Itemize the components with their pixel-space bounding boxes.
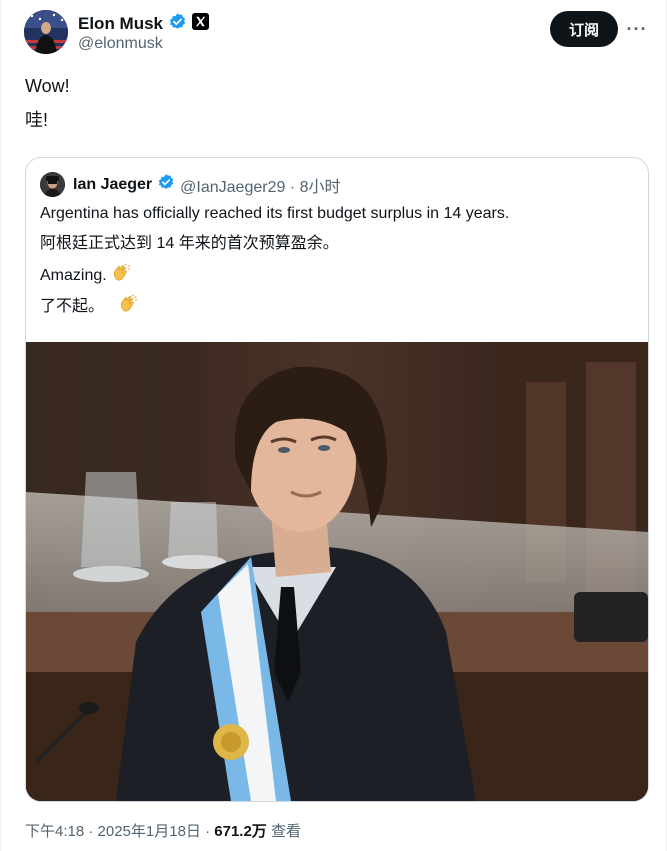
post-meta: 下午4:18 · 2025年1月18日 · 671.2万 查看 bbox=[25, 820, 301, 841]
quoted-author-name[interactable]: Ian Jaeger bbox=[73, 176, 152, 194]
author-avatar[interactable] bbox=[24, 10, 68, 54]
quoted-text-line-3: Amazing. bbox=[40, 263, 131, 290]
quoted-post-card[interactable]: Ian Jaeger @IanJaeger29 · 8小时 Argentina … bbox=[25, 157, 649, 802]
clapping-hands-icon bbox=[118, 294, 138, 321]
quoted-text-line-1: Argentina has officially reached its fir… bbox=[40, 205, 510, 222]
more-options-icon[interactable]: ··· bbox=[626, 18, 648, 40]
quoted-text-amazing: Amazing. bbox=[40, 267, 107, 284]
quoted-photo-illustration bbox=[26, 342, 648, 801]
quoted-author-avatar[interactable] bbox=[40, 172, 65, 197]
quoted-text-liaobuqi: 了不起。 bbox=[40, 298, 105, 315]
quoted-text-line-4: 了不起。 bbox=[40, 294, 138, 321]
x-logo-icon[interactable] bbox=[192, 13, 210, 35]
post-text-line-1: Wow! bbox=[25, 76, 70, 96]
author-name-row: Elon Musk bbox=[78, 12, 210, 36]
quoted-post-image[interactable] bbox=[26, 342, 648, 801]
left-border bbox=[0, 0, 1, 851]
post-timestamp[interactable]: 下午4:18 · 2025年1月18日 · bbox=[25, 823, 214, 840]
author-name[interactable]: Elon Musk bbox=[78, 14, 163, 34]
subscribe-button[interactable]: 订阅 bbox=[550, 11, 618, 47]
author-handle[interactable]: @elonmusk bbox=[78, 35, 163, 53]
quoted-verified-badge-icon bbox=[157, 173, 175, 196]
quoted-author-handle-time[interactable]: @IanJaeger29 · 8小时 bbox=[180, 173, 340, 197]
quoted-text-line-2: 阿根廷正式达到 14 年来的首次预算盈余。 bbox=[40, 235, 339, 252]
views-label: 查看 bbox=[266, 823, 301, 840]
view-count: 671.2万 bbox=[214, 823, 267, 840]
clapping-hands-icon bbox=[111, 263, 131, 290]
verified-badge-icon bbox=[168, 12, 187, 36]
quoted-post-header: Ian Jaeger @IanJaeger29 · 8小时 bbox=[40, 172, 340, 197]
post-text-line-2: 哇! bbox=[25, 110, 49, 130]
